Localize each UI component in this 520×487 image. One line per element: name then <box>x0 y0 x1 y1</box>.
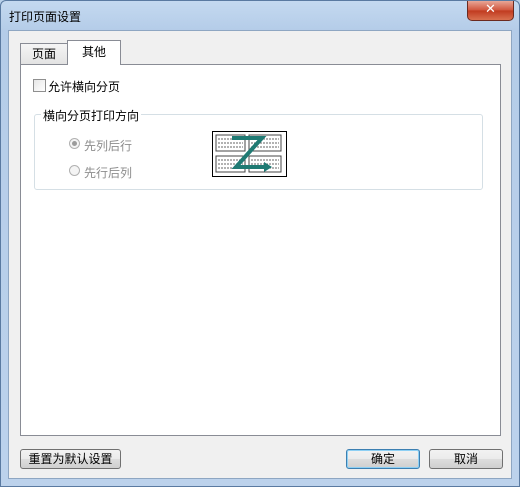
tab-other[interactable]: 其他 <box>67 40 121 65</box>
ok-button[interactable]: 确定 <box>346 449 420 469</box>
paging-direction-group-title: 横向分页打印方向 <box>41 107 142 124</box>
allow-landscape-paging-checkbox[interactable] <box>33 79 46 92</box>
close-icon: ✕ <box>485 2 496 17</box>
tab-panel-other: 允许横向分页 横向分页打印方向 先列后行 先行后列 <box>20 64 501 436</box>
radio-rows-then-columns-label[interactable]: 先行后列 <box>84 164 132 181</box>
title-bar[interactable]: 打印页面设置 ✕ <box>1 1 519 30</box>
tab-page[interactable]: 页面 <box>20 43 68 64</box>
radio-columns-then-rows-label[interactable]: 先列后行 <box>84 137 132 154</box>
close-button[interactable]: ✕ <box>467 1 514 21</box>
paging-direction-group: 横向分页打印方向 先列后行 先行后列 <box>34 107 483 190</box>
cancel-button[interactable]: 取消 <box>429 449 503 469</box>
window-title: 打印页面设置 <box>9 10 82 24</box>
dialog-body: 页面 其他 允许横向分页 横向分页打印方向 先列后行 先行后列 重置为默认设置 … <box>8 30 512 479</box>
radio-rows-then-columns-button[interactable] <box>69 165 80 176</box>
reset-defaults-button[interactable]: 重置为默认设置 <box>20 449 121 469</box>
allow-landscape-paging-label[interactable]: 允许横向分页 <box>48 78 120 95</box>
print-page-setup-dialog: 打印页面设置 ✕ 页面 其他 允许横向分页 横向分页打印方向 先列后行 先行后列 <box>0 0 520 487</box>
radio-columns-then-rows-button[interactable] <box>69 138 80 149</box>
z-order-paging-preview-icon <box>212 131 287 177</box>
